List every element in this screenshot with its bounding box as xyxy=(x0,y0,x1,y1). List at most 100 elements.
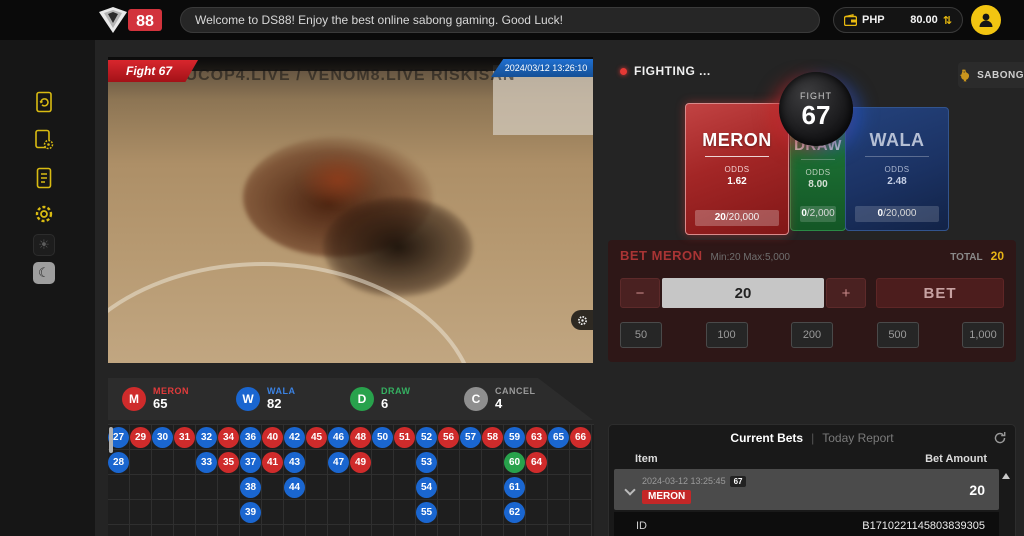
result-cell: 58 xyxy=(482,425,504,450)
result-cell xyxy=(108,525,130,536)
result-cell xyxy=(482,500,504,525)
fight-number-badge: Fight 67 xyxy=(108,60,198,82)
tab-current-bets[interactable]: Current Bets xyxy=(730,431,803,445)
grid-scrollbar-thumb[interactable] xyxy=(109,427,113,453)
bet-card-meron[interactable]: MERON ODDS 1.62 20/20,000 xyxy=(685,103,789,235)
light-theme-icon[interactable]: ☀ xyxy=(33,234,55,256)
result-cell xyxy=(548,500,570,525)
increase-amount-button[interactable]: + xyxy=(826,278,866,308)
result-grid: 2728293031323334353637383940414243444546… xyxy=(108,425,594,536)
bet-card-wala[interactable]: WALA ODDS 2.48 0/20,000 xyxy=(845,107,949,231)
result-cell xyxy=(284,500,306,525)
result-cell xyxy=(372,500,394,525)
result-cell xyxy=(130,525,152,536)
result-cell xyxy=(328,500,350,525)
result-cell: 29 xyxy=(130,425,152,450)
result-wala-61: 61 xyxy=(504,477,525,498)
result-cell: 50 xyxy=(372,425,394,450)
result-cell xyxy=(196,525,218,536)
result-cell xyxy=(218,525,240,536)
result-cell xyxy=(350,500,372,525)
result-cell xyxy=(130,450,152,475)
result-meron-29: 29 xyxy=(130,427,151,448)
refresh-bets-icon[interactable] xyxy=(993,431,1007,445)
result-cell xyxy=(240,525,262,536)
user-avatar[interactable] xyxy=(971,5,1001,35)
chevron-down-icon[interactable] xyxy=(624,484,635,495)
tab-today-report[interactable]: Today Report xyxy=(822,431,893,445)
quick-amount-200[interactable]: 200 xyxy=(791,322,833,348)
result-wala-42: 42 xyxy=(284,427,305,448)
bet-button[interactable]: BET xyxy=(876,278,1004,308)
bet-row[interactable]: 2024-03-12 13:25:45 67 MERON 20 xyxy=(614,469,999,510)
left-sidebar: ☀ ☾ xyxy=(0,40,95,536)
result-cell xyxy=(394,500,416,525)
ds88-logo[interactable]: 88 xyxy=(98,6,170,34)
video-settings-button[interactable] xyxy=(571,310,593,330)
bet-side-badge: MERON xyxy=(642,490,691,504)
result-cell xyxy=(350,475,372,500)
result-wala-46: 46 xyxy=(328,427,349,448)
result-cell: 63 xyxy=(526,425,548,450)
result-cell: 62 xyxy=(504,500,526,525)
result-cell: 66 xyxy=(570,425,592,450)
result-wala-33: 33 xyxy=(196,452,217,473)
result-cell: 57 xyxy=(460,425,482,450)
result-cell: 45 xyxy=(306,425,328,450)
result-wala-38: 38 xyxy=(240,477,261,498)
quick-amount-500[interactable]: 500 xyxy=(877,322,919,348)
bet-panel: BET MERON Min:20 Max:5,000 TOTAL 20 − + … xyxy=(608,240,1016,362)
legend-meron: MMERON65 xyxy=(122,387,222,411)
gear-icon xyxy=(577,315,588,326)
tab-divider: | xyxy=(811,431,814,445)
result-cell: 32 xyxy=(196,425,218,450)
bets-table-header: Item Bet Amount xyxy=(609,451,1015,467)
result-cell xyxy=(306,500,328,525)
rules-list-icon[interactable] xyxy=(32,166,56,190)
bet-id-row: ID B1710221145803839305 xyxy=(614,512,999,536)
result-cell: 56 xyxy=(438,425,460,450)
settings-gear-icon[interactable] xyxy=(32,202,56,226)
bet-record-icon[interactable] xyxy=(32,90,56,114)
live-video-player[interactable]: UCOP4.LIVE / VENOM8.LIVE RISKISAN Fight … xyxy=(108,57,593,363)
current-bets-panel: Current Bets | Today Report Item Bet Amo… xyxy=(608,424,1016,536)
meron-odds-value: 1.62 xyxy=(686,176,788,187)
quick-amount-50[interactable]: 50 xyxy=(620,322,662,348)
result-cell xyxy=(130,475,152,500)
result-wala-28: 28 xyxy=(108,452,129,473)
col-bet-amount: Bet Amount xyxy=(925,453,987,465)
total-value: 20 xyxy=(991,249,1004,263)
meron-pool-max: /20,000 xyxy=(726,212,759,223)
scroll-up-arrow[interactable] xyxy=(1002,473,1010,479)
wallet-balance[interactable]: PHP 80.00 ⇅ xyxy=(833,7,963,33)
bet-amount-input[interactable] xyxy=(662,278,824,308)
result-cell xyxy=(438,500,460,525)
bet-fight-badge: 67 xyxy=(730,476,747,487)
legend-wala: WWALA82 xyxy=(236,387,336,411)
legend-draw: DDRAW6 xyxy=(350,387,450,411)
result-cell xyxy=(504,525,526,536)
result-cell xyxy=(372,475,394,500)
result-cell: 48 xyxy=(350,425,372,450)
result-cell xyxy=(460,450,482,475)
result-cell xyxy=(526,525,548,536)
result-wala-57: 57 xyxy=(460,427,481,448)
result-wala-65: 65 xyxy=(548,427,569,448)
result-cell xyxy=(460,525,482,536)
result-wala-43: 43 xyxy=(284,452,305,473)
result-cell: 33 xyxy=(196,450,218,475)
person-icon xyxy=(977,11,995,29)
result-cell: 43 xyxy=(284,450,306,475)
result-cell xyxy=(152,450,174,475)
game-report-icon[interactable] xyxy=(32,128,56,152)
result-cell xyxy=(130,500,152,525)
quick-amount-100[interactable]: 100 xyxy=(706,322,748,348)
refresh-balance-icon[interactable]: ⇅ xyxy=(943,14,952,27)
tab-sabong[interactable]: SABONG xyxy=(958,62,1024,88)
wallet-icon xyxy=(844,14,857,26)
result-wala-32: 32 xyxy=(196,427,217,448)
results-history-grid[interactable]: 2728293031323334353637383940414243444546… xyxy=(108,424,594,536)
decrease-amount-button[interactable]: − xyxy=(620,278,660,308)
quick-amount-1,000[interactable]: 1,000 xyxy=(962,322,1004,348)
dark-theme-icon[interactable]: ☾ xyxy=(33,262,55,284)
